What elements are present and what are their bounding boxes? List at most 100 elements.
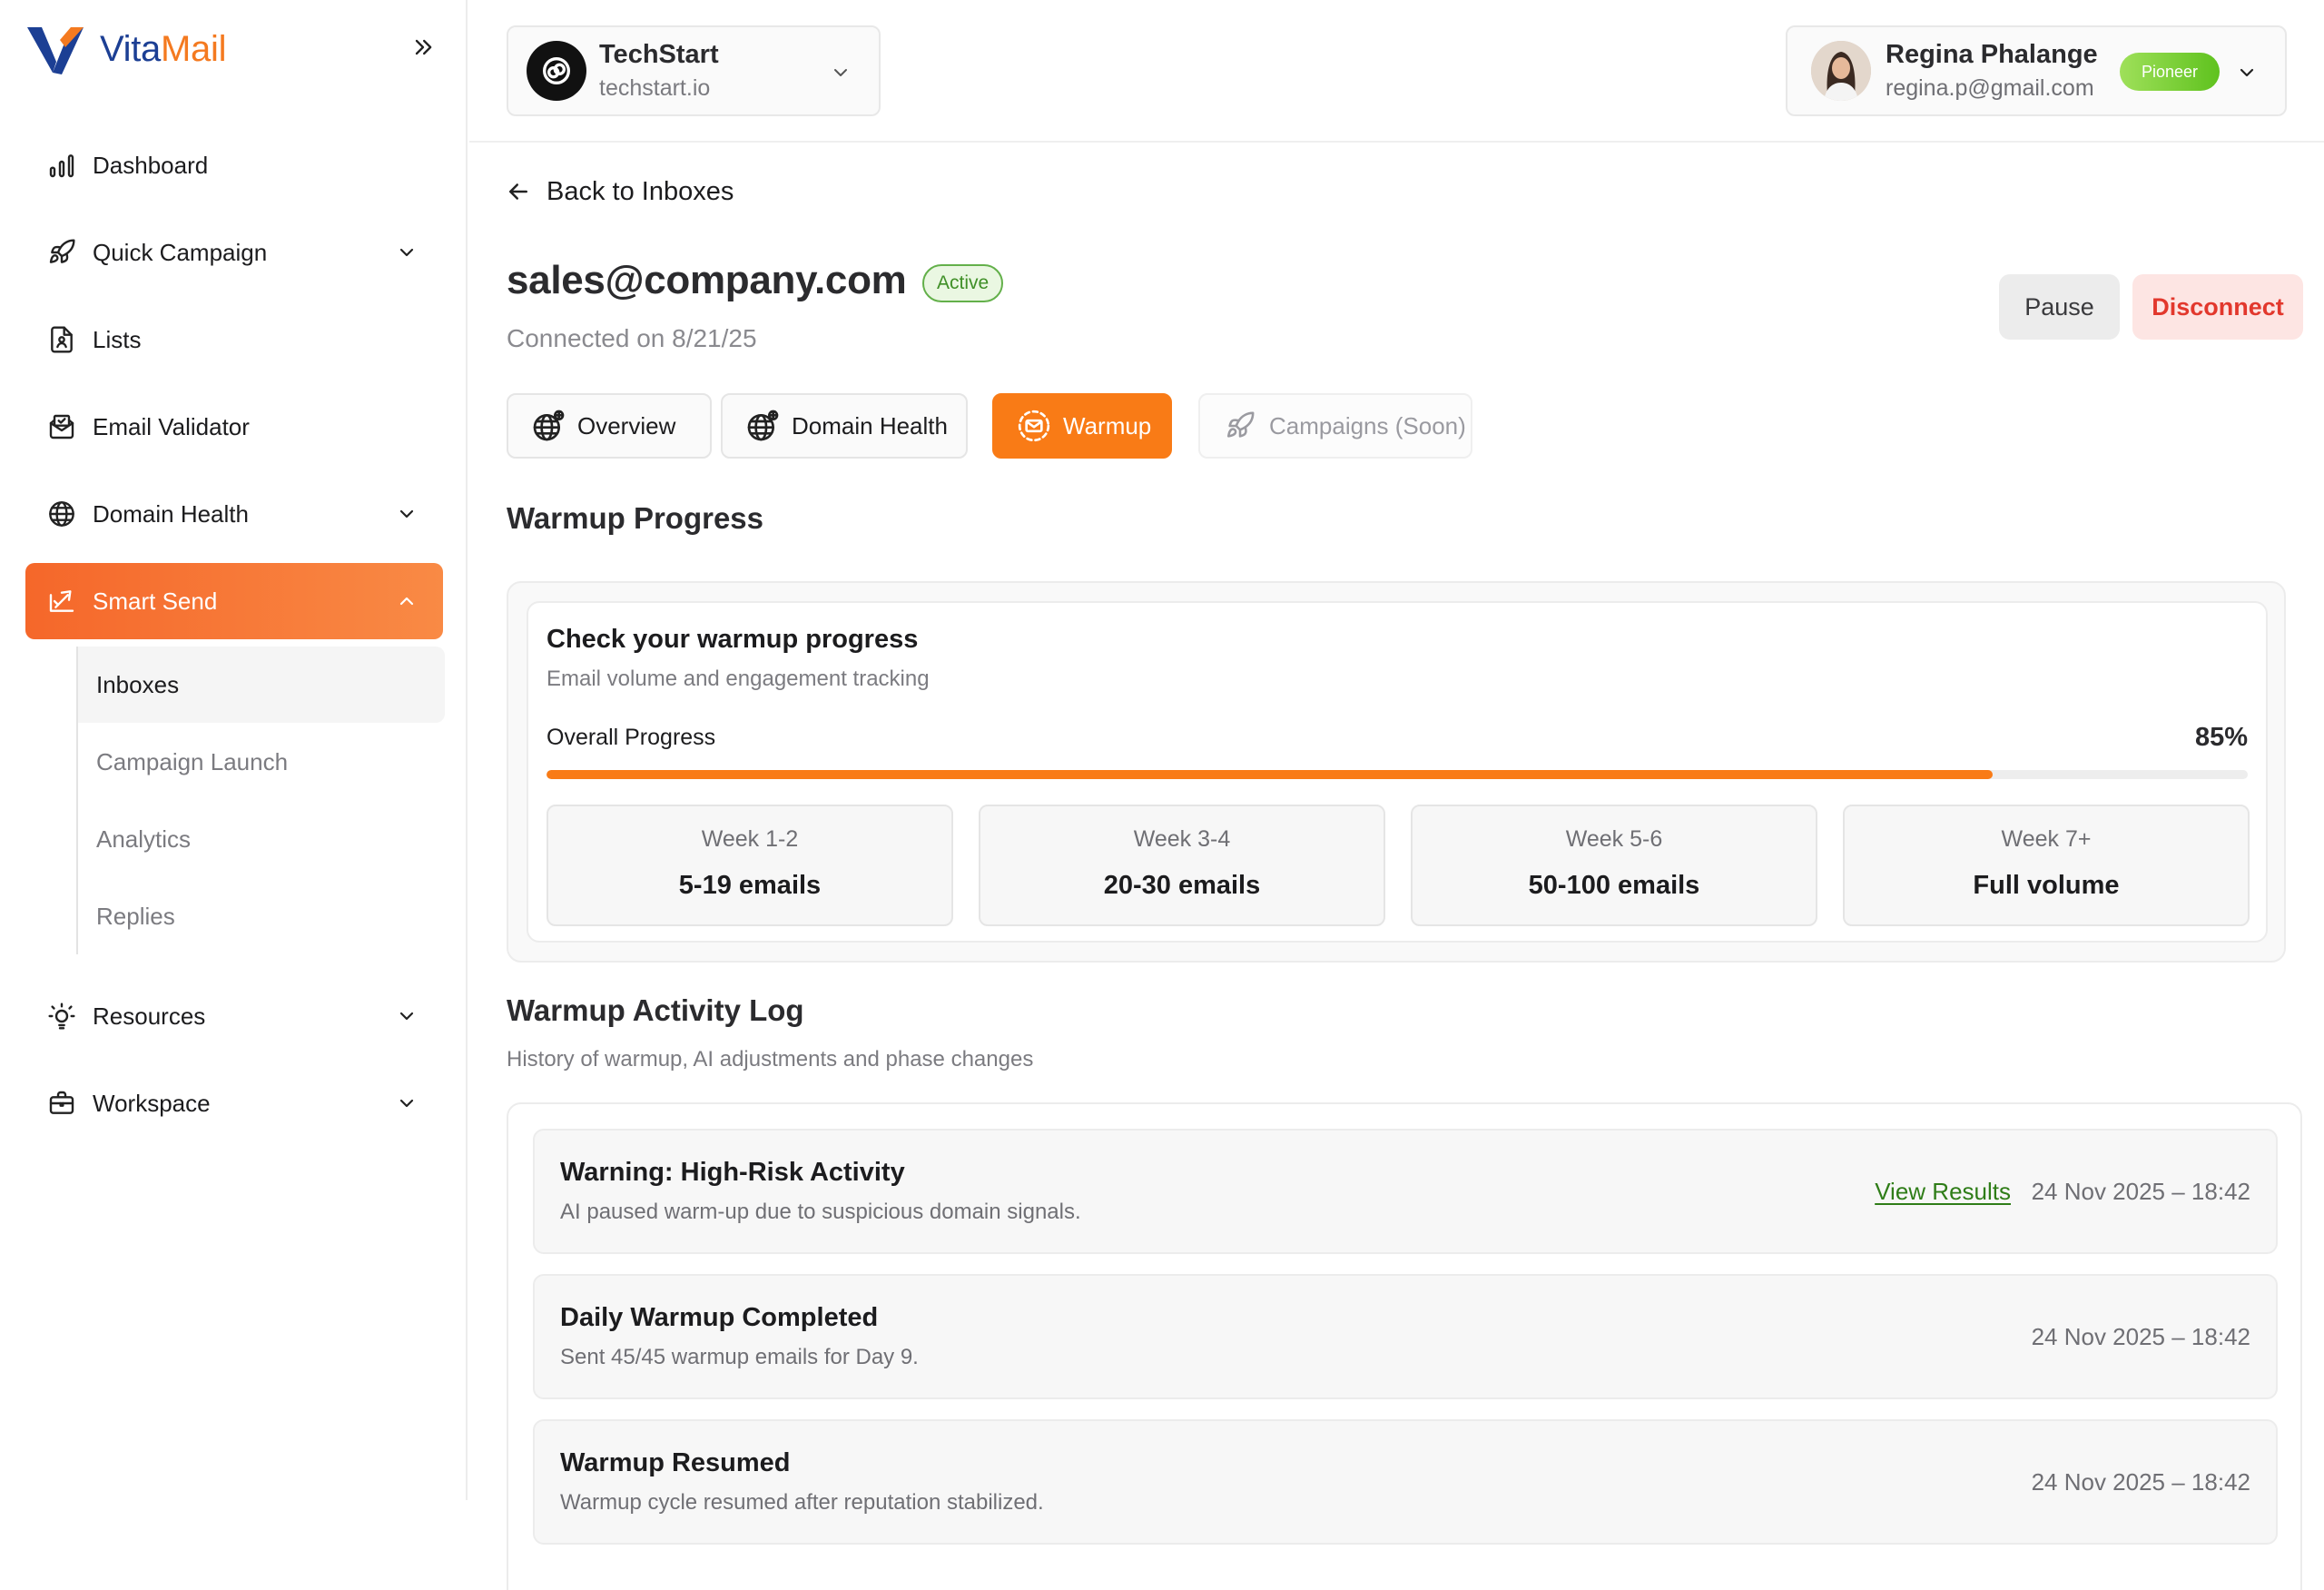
chevron-down-icon xyxy=(399,1099,414,1108)
sidebar-item-label: Quick Campaign xyxy=(93,238,268,266)
subnav-item-replies[interactable]: Replies xyxy=(78,878,445,954)
arrow-left-icon xyxy=(509,183,527,200)
phase-label: Week 7+ xyxy=(2001,826,2092,852)
warmup-mail-icon xyxy=(1016,408,1052,444)
log-title: Warning: High-Risk Activity xyxy=(560,1158,905,1187)
smart-send-subnav: Inboxes Campaign Launch Analytics Replie… xyxy=(76,647,445,954)
user-email: regina.p@gmail.com xyxy=(1886,75,2094,101)
phase-volume: Full volume xyxy=(1973,871,2120,900)
main-nav: Dashboard Quick Campaign Lists Email Val… xyxy=(25,127,445,1152)
log-description: Sent 45/45 warmup emails for Day 9. xyxy=(560,1345,919,1369)
mail-check-icon xyxy=(45,410,78,443)
organization-switcher[interactable]: TechStart techstart.io xyxy=(507,25,881,116)
chevron-down-icon xyxy=(2240,68,2254,77)
overall-progress-percent: 85% xyxy=(2194,723,2248,752)
phase-volume: 50-100 emails xyxy=(1528,871,1700,900)
sidebar-item-label: Workspace xyxy=(93,1089,211,1117)
avatar xyxy=(1811,41,1871,101)
tab-warmup[interactable]: Warmup xyxy=(992,393,1172,459)
lightbulb-icon xyxy=(45,1000,78,1032)
card-subtitle: Email volume and engagement tracking xyxy=(547,667,930,691)
sidebar-item-smart-send[interactable]: Smart Send xyxy=(25,563,443,639)
user-menu[interactable]: Regina Phalange regina.p@gmail.com Pione… xyxy=(1786,25,2287,116)
progress-bar-fill xyxy=(547,770,1993,779)
disconnect-button[interactable]: Disconnect xyxy=(2132,274,2303,340)
sidebar-item-label: Resources xyxy=(93,1002,206,1030)
page-title: sales@company.com xyxy=(507,258,907,302)
tab-overview[interactable]: Overview xyxy=(507,393,712,459)
tab-domain-health[interactable]: Domain Health xyxy=(721,393,968,459)
double-chevron-right-icon xyxy=(415,39,432,55)
activity-log-heading: Warmup Activity Log xyxy=(507,993,804,1027)
warmup-progress-card: Check your warmup progress Email volume … xyxy=(527,601,2268,943)
top-bar: TechStart techstart.io Regina Phalange r… xyxy=(469,0,2324,143)
view-results-link[interactable]: View Results xyxy=(1875,1178,2011,1206)
back-to-inboxes-link[interactable]: Back to Inboxes xyxy=(505,170,734,213)
brand[interactable]: VitaMail xyxy=(25,22,226,76)
chevron-down-icon xyxy=(399,248,414,257)
chevron-down-icon xyxy=(399,509,414,518)
warmup-progress-heading: Warmup Progress xyxy=(507,501,764,535)
log-description: Warmup cycle resumed after reputation st… xyxy=(560,1490,1044,1515)
tab-label: Campaigns (Soon) xyxy=(1269,411,1466,439)
phase-card: Week 3-4 20-30 emails xyxy=(979,805,1385,926)
log-title: Warmup Resumed xyxy=(560,1448,791,1477)
sidebar-item-resources[interactable]: Resources xyxy=(25,978,443,1054)
sidebar-item-workspace[interactable]: Workspace xyxy=(25,1065,443,1141)
log-title: Daily Warmup Completed xyxy=(560,1303,879,1332)
chevron-down-icon xyxy=(399,1012,414,1021)
phase-volume: 20-30 emails xyxy=(1103,871,1261,900)
subnav-item-inboxes[interactable]: Inboxes xyxy=(78,647,445,723)
log-timestamp: 24 Nov 2025 – 18:42 xyxy=(2031,1468,2250,1496)
sidebar-item-label: Email Validator xyxy=(93,412,250,440)
chevron-up-icon xyxy=(399,597,414,606)
subnav-item-analytics[interactable]: Analytics xyxy=(78,801,445,877)
user-name: Regina Phalange xyxy=(1886,40,2098,69)
contact-file-icon xyxy=(45,323,78,356)
chevron-down-icon xyxy=(834,69,847,76)
tab-campaigns[interactable]: Campaigns (Soon) xyxy=(1198,393,1472,459)
tab-label: Overview xyxy=(577,411,676,439)
activity-log-panel: Warning: High-Risk Activity AI paused wa… xyxy=(507,1102,2302,1590)
sidebar: VitaMail Dashboard Quick Campaign Lists xyxy=(0,0,468,1500)
connected-date: Connected on 8/21/25 xyxy=(507,324,757,352)
smart-send-icon xyxy=(45,585,78,617)
pause-button[interactable]: Pause xyxy=(1999,274,2120,340)
list-item: Daily Warmup Completed Sent 45/45 warmup… xyxy=(533,1274,2278,1399)
overall-progress-bar xyxy=(547,770,2248,779)
phase-label: Week 3-4 xyxy=(1133,826,1231,852)
collapse-sidebar-button[interactable] xyxy=(407,31,439,64)
warmup-phases: Week 1-2 5-19 emails Week 3-4 20-30 emai… xyxy=(547,805,2250,926)
phase-label: Week 1-2 xyxy=(701,826,799,852)
list-item: Warmup Resumed Warmup cycle resumed afte… xyxy=(533,1419,2278,1545)
phase-label: Week 5-6 xyxy=(1565,826,1663,852)
subnav-item-campaign-launch[interactable]: Campaign Launch xyxy=(78,724,445,800)
sidebar-item-label: Dashboard xyxy=(93,151,209,179)
sidebar-item-lists[interactable]: Lists xyxy=(25,301,443,378)
warmup-progress-panel: Check your warmup progress Email volume … xyxy=(507,581,2286,963)
overall-progress-label: Overall Progress xyxy=(547,725,716,750)
phase-card: Week 1-2 5-19 emails xyxy=(547,805,953,926)
org-logo-icon xyxy=(527,41,586,101)
globe-icon xyxy=(45,498,78,530)
sidebar-item-dashboard[interactable]: Dashboard xyxy=(25,127,443,203)
phase-card: Week 7+ Full volume xyxy=(1843,805,2250,926)
log-description: AI paused warm-up due to suspicious doma… xyxy=(560,1200,1081,1224)
briefcase-icon xyxy=(45,1087,78,1120)
brand-name: VitaMail xyxy=(100,28,227,69)
org-name: TechStart xyxy=(599,40,719,69)
rocket-icon xyxy=(45,236,78,269)
log-timestamp: 24 Nov 2025 – 18:42 xyxy=(2031,1178,2250,1205)
activity-log-subtitle: History of warmup, AI adjustments and ph… xyxy=(507,1047,1034,1072)
card-title: Check your warmup progress xyxy=(547,625,919,654)
sidebar-item-email-validator[interactable]: Email Validator xyxy=(25,389,443,465)
sidebar-item-quick-campaign[interactable]: Quick Campaign xyxy=(25,214,443,291)
phase-card: Week 5-6 50-100 emails xyxy=(1411,805,1817,926)
plan-badge: Pioneer xyxy=(2120,53,2220,91)
sidebar-item-domain-health[interactable]: Domain Health xyxy=(25,476,443,552)
rocket-icon xyxy=(1222,408,1258,444)
org-domain: techstart.io xyxy=(599,75,711,101)
status-badge: Active xyxy=(922,264,1004,302)
bar-chart-icon xyxy=(45,149,78,182)
list-item: Warning: High-Risk Activity AI paused wa… xyxy=(533,1129,2278,1254)
